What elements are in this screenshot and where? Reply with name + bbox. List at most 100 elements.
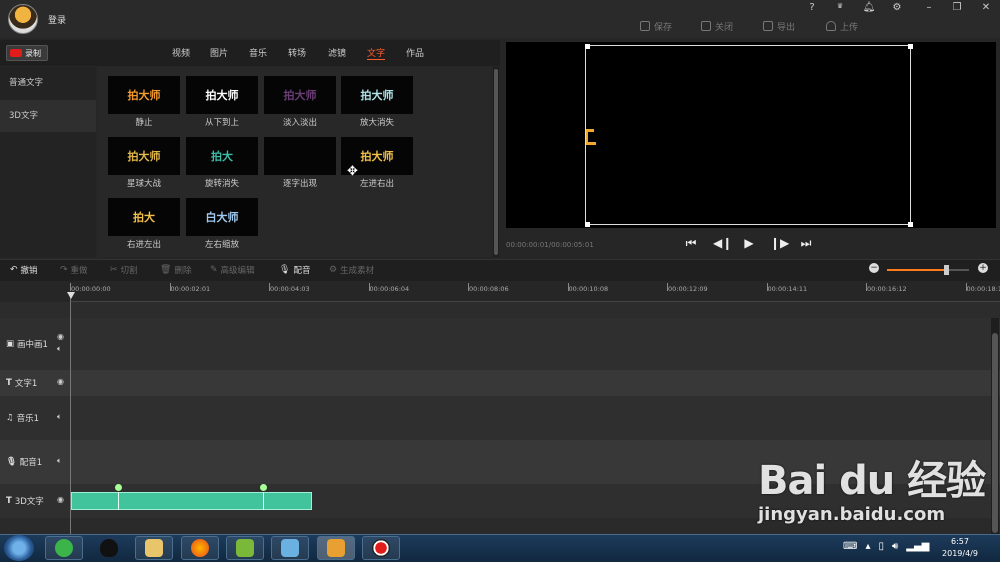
redo-button[interactable]: ↷ 重做 (60, 263, 88, 277)
effects-scrollbar[interactable] (493, 67, 499, 257)
save-button[interactable]: 保存 (640, 19, 672, 33)
close-project-button[interactable]: 关闭 (701, 19, 733, 33)
step-back-icon[interactable]: ◀❙ (713, 236, 732, 250)
resize-handle[interactable] (585, 44, 590, 49)
vip-icon[interactable]: ♛ (832, 2, 848, 16)
delete-button[interactable]: 🗑︎ 删除 (160, 263, 191, 277)
taskbar-explorer[interactable] (135, 536, 173, 560)
skip-start-icon[interactable]: ⏮ (684, 236, 698, 250)
effect-item[interactable]: 拍大师 星球大战 (108, 137, 180, 192)
taskbar-360[interactable] (45, 536, 83, 560)
keyframe-dot[interactable] (260, 484, 267, 491)
tab-music[interactable]: 音乐 (249, 46, 267, 60)
effect-item[interactable]: 拍大师 静止 (108, 76, 180, 131)
skip-end-icon[interactable]: ⏭ (799, 236, 813, 250)
clock[interactable]: 6:57 2019/4/9 (930, 536, 990, 560)
taskbar-media[interactable] (226, 536, 264, 560)
effect-item[interactable]: 拍大师 放大消失 (341, 76, 413, 131)
record-button[interactable]: 录制 (6, 45, 48, 61)
eye-icon[interactable]: ◉ (57, 332, 64, 341)
effect-item[interactable]: 拍大师 淡入淡出 (264, 76, 336, 131)
tab-images[interactable]: 图片 (210, 46, 228, 60)
login-link[interactable]: 登录 (48, 13, 66, 26)
avatar[interactable] (8, 4, 38, 34)
eye-icon[interactable]: ◉ (57, 495, 64, 504)
tab-works[interactable]: 作品 (406, 46, 424, 60)
resize-handle[interactable] (585, 222, 590, 227)
resize-handle[interactable] (908, 44, 913, 49)
effect-item[interactable]: 逐字出现 (264, 137, 336, 192)
scroll-thumb[interactable] (494, 69, 498, 255)
3d-text-clip[interactable] (71, 492, 312, 510)
taskbar-record[interactable] (362, 536, 400, 560)
track-row[interactable] (0, 370, 1000, 396)
track-name: 文字1 (14, 379, 38, 389)
minimize-icon[interactable]: – (921, 2, 937, 16)
volume-icon[interactable]: 🔊︎ (892, 541, 898, 552)
tab-video[interactable]: 视频 (172, 46, 190, 60)
close-icon[interactable]: ✕ (978, 2, 994, 16)
undo-button[interactable]: ↶ 撤销 (10, 263, 38, 277)
tab-text[interactable]: 文字 (367, 46, 386, 60)
dub-button[interactable]: 🎙︎ 配音 (279, 263, 310, 277)
battery-icon[interactable]: ▯ (878, 541, 884, 552)
effect-item[interactable]: 拍大 旋转消失 (186, 137, 258, 192)
gear-icon[interactable]: ⚙ (889, 2, 905, 16)
export-button[interactable]: 导出 (763, 19, 795, 33)
watermark-logo: Bai du 经验 (758, 458, 986, 504)
360-icon (55, 539, 73, 557)
taskbar-pen[interactable] (271, 536, 309, 560)
scroll-thumb[interactable] (992, 333, 998, 533)
tab-transitions[interactable]: 转场 (288, 46, 306, 60)
playhead-handle[interactable] (67, 292, 75, 299)
track-name: 配音1 (19, 458, 43, 468)
step-forward-icon[interactable]: ❙▶ (770, 236, 789, 250)
record-icon (10, 49, 22, 57)
speaker-icon[interactable]: 🔈︎ (57, 456, 62, 466)
eye-icon[interactable]: ◉ (57, 377, 64, 386)
preview-canvas[interactable] (585, 45, 911, 225)
effect-item[interactable]: 拍大 右进左出 (108, 198, 180, 253)
effect-item[interactable]: 拍大师 从下到上 (186, 76, 258, 131)
generate-clip-button[interactable]: ⚙ 生成素材 (329, 263, 374, 277)
track-row[interactable] (0, 318, 1000, 370)
taskbar-firefox[interactable] (181, 536, 219, 560)
tab-filters[interactable]: 滤镜 (328, 46, 346, 60)
flag-icon[interactable]: ▴ (865, 541, 870, 552)
effect-thumbnail: 白大师 (186, 198, 258, 236)
category-normal-text[interactable]: 普通文字 (0, 67, 96, 99)
effect-label: 放大消失 (359, 118, 394, 128)
restore-icon[interactable]: ❐ (949, 2, 965, 16)
cut-button[interactable]: ✂ 切割 (110, 263, 138, 277)
edit-toolbar (0, 259, 1000, 281)
zoom-slider-handle[interactable] (944, 265, 949, 275)
start-orb-icon[interactable] (4, 535, 34, 561)
speaker-icon[interactable]: 🔈︎ (57, 344, 62, 354)
bell-icon[interactable]: 🔔︎ (861, 2, 877, 16)
network-icon[interactable]: ▂▄▆ (906, 541, 929, 552)
timeline-scrollbar[interactable] (991, 318, 999, 534)
effect-label: 星球大战 (126, 179, 161, 189)
text-icon: T (6, 496, 12, 506)
zoom-in-icon[interactable]: + (978, 263, 988, 273)
cut-icon: ✂ (110, 265, 118, 275)
resize-handle[interactable] (908, 222, 913, 227)
taskbar-paidashi[interactable] (317, 536, 355, 560)
category-3d-text[interactable]: 3D文字 (0, 100, 96, 132)
track-row[interactable] (0, 396, 1000, 440)
effect-item[interactable]: 白大师 左右缩放 (186, 198, 258, 253)
zoom-out-icon[interactable]: − (869, 263, 879, 273)
upload-button[interactable]: 上传 (826, 19, 858, 33)
help-icon[interactable]: ? (804, 2, 820, 16)
advanced-edit-button[interactable]: ✎ 高级编辑 (210, 263, 255, 277)
play-icon[interactable]: ▶ (742, 236, 756, 250)
taskbar-qq[interactable] (90, 536, 128, 560)
track-row[interactable] (0, 302, 1000, 318)
track-name: 3D文字 (14, 497, 44, 507)
keyframe-dot[interactable] (115, 484, 122, 491)
speaker-icon[interactable]: 🔈︎ (57, 412, 62, 422)
record-icon (372, 539, 390, 557)
effect-label: 淡入淡出 (282, 118, 317, 128)
playhead[interactable] (70, 292, 71, 534)
keyboard-icon[interactable]: ⌨ (843, 541, 857, 552)
